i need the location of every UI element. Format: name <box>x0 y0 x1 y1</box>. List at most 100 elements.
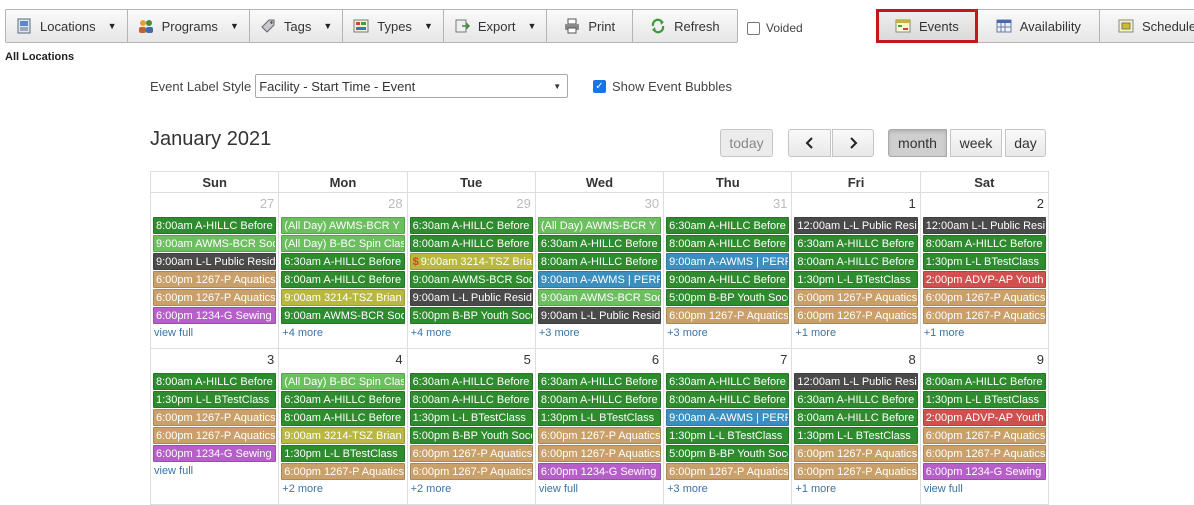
calendar-day-cell[interactable]: 2 12:00am L-L Public Residents 8:00am A-HI… <box>919 192 1050 349</box>
more-events-link[interactable]: +3 more <box>667 327 791 339</box>
calendar-event[interactable]: 1:30pm L-L BTestClass <box>409 409 533 426</box>
calendar-event[interactable]: 1:30pm L-L BTestClass <box>922 391 1046 408</box>
calendar-event[interactable]: 6:00pm 1234-G Sewing <box>922 463 1046 480</box>
calendar-event[interactable]: 6:00pm 1267-P Aquatics <box>409 445 533 462</box>
show-event-bubbles[interactable]: ✓ Show Event Bubbles <box>593 79 732 94</box>
calendar-event[interactable]: 6:00pm 1267-P Aquatics <box>666 307 790 324</box>
day-number[interactable]: 30 <box>536 193 663 217</box>
caret-down-icon[interactable]: ▼ <box>424 21 433 31</box>
calendar-event[interactable]: 8:00am A-HILLC Before <box>666 391 790 408</box>
calendar-event[interactable]: 1:30pm L-L BTestClass <box>281 445 405 462</box>
calendar-day-cell[interactable]: 28 (All Day) AWMS-BCR Y (All Day) B-BC Spi… <box>278 192 408 349</box>
calendar-event[interactable]: 6:00pm 1267-P Aquatics <box>922 427 1046 444</box>
calendar-event[interactable]: 6:00pm 1267-P Aquatics <box>409 463 533 480</box>
calendar-event[interactable]: 9:00am A-AWMS | PERF <box>537 271 662 288</box>
calendar-day-cell[interactable]: 5 6:30am A-HILLC Before 8:00am A-HILLC Bef… <box>406 348 536 505</box>
calendar-event[interactable]: 1:30pm L-L BTestClass <box>794 427 918 444</box>
calendar-event[interactable]: 6:00pm 1234-G Sewing <box>537 463 662 480</box>
schedule-view-button[interactable]: Schedule <box>1098 9 1194 43</box>
calendar-event[interactable]: (All Day) AWMS-BCR Y <box>281 217 405 234</box>
calendar-event[interactable]: 2:00pm ADVP-AP Youth <box>922 409 1046 426</box>
calendar-event[interactable]: 6:00pm 1267-P Aquatics <box>794 307 918 324</box>
day-number[interactable]: 8 <box>792 349 919 373</box>
refresh-button[interactable]: Refresh <box>633 9 738 43</box>
calendar-event[interactable]: 6:00pm 1267-P Aquatics <box>537 427 662 444</box>
calendar-event[interactable]: 1:30pm L-L BTestClass <box>666 427 790 444</box>
next-button[interactable] <box>832 129 874 157</box>
calendar-event[interactable]: 6:30am A-HILLC Before <box>281 391 405 408</box>
calendar-event[interactable]: 9:00am A-AWMS | PERF <box>666 409 790 426</box>
calendar-event[interactable]: 9:00am A-AWMS | PERF <box>666 253 790 270</box>
caret-down-icon[interactable]: ▼ <box>230 21 239 31</box>
day-number[interactable]: 1 <box>792 193 919 217</box>
print-button[interactable]: Print <box>547 9 634 43</box>
calendar-day-cell[interactable]: 8 12:00am L-L Public Residents 6:30am A-HI… <box>791 348 921 505</box>
view-full-link[interactable]: view full <box>924 483 1048 495</box>
calendar-event[interactable]: 6:30am A-HILLC Before <box>666 217 790 234</box>
calendar-event[interactable]: 6:00pm 1267-P Aquatics <box>153 271 277 288</box>
calendar-event[interactable]: 8:00am A-HILLC Before <box>794 409 918 426</box>
calendar-event[interactable]: 6:30am A-HILLC Before <box>794 235 918 252</box>
voided-checkbox[interactable]: Voided <box>747 21 803 35</box>
calendar-event[interactable]: 1:30pm L-L BTestClass <box>922 253 1046 270</box>
calendar-day-cell[interactable]: 7 6:30am A-HILLC Before 8:00am A-HILLC Bef… <box>663 348 793 505</box>
calendar-event[interactable]: 8:00am A-HILLC Before <box>537 391 662 408</box>
programs-button[interactable]: Programs ▼ <box>127 9 250 43</box>
calendar-event[interactable]: 8:00am A-HILLC Before <box>281 409 405 426</box>
more-events-link[interactable]: +4 more <box>411 327 535 339</box>
calendar-event[interactable]: 6:00pm 1267-P Aquatics <box>922 289 1046 306</box>
day-number[interactable]: 3 <box>151 349 278 373</box>
calendar-event[interactable]: 8:00am A-HILLC Before <box>409 391 533 408</box>
calendar-day-cell[interactable]: 3 8:00am A-HILLC Before 1:30pm L-L BTestCl… <box>149 348 280 505</box>
calendar-event[interactable]: 6:00pm 1267-P Aquatics <box>922 307 1046 324</box>
calendar-event[interactable]: 9:00am 3214-TSZ Brian <box>281 427 405 444</box>
calendar-event[interactable]: 6:00pm 1267-P Aquatics <box>537 445 662 462</box>
calendar-event[interactable]: 9:00am L-L Public Residents <box>153 253 277 270</box>
show-event-bubbles-checkbox[interactable]: ✓ <box>593 80 606 93</box>
day-number[interactable]: 7 <box>664 349 791 373</box>
calendar-event[interactable]: 8:00am A-HILLC Before <box>666 235 790 252</box>
caret-down-icon[interactable]: ▼ <box>323 21 332 31</box>
calendar-event[interactable]: 8:00am A-HILLC Before <box>537 253 662 270</box>
calendar-event[interactable]: 6:30am A-HILLC Before <box>409 373 533 390</box>
calendar-event[interactable]: 6:00pm 1234-G Sewing <box>153 445 277 462</box>
calendar-event[interactable]: 6:00pm 1267-P Aquatics <box>794 445 918 462</box>
caret-down-icon[interactable]: ▼ <box>527 21 536 31</box>
more-events-link[interactable]: +1 more <box>924 327 1048 339</box>
calendar-event[interactable]: 2:00pm ADVP-AP Youth <box>922 271 1046 288</box>
calendar-event[interactable]: 1:30pm L-L BTestClass <box>537 409 662 426</box>
calendar-event[interactable]: 6:00pm 1267-P Aquatics <box>794 463 918 480</box>
calendar-day-cell[interactable]: 27 8:00am A-HILLC Before 9:00am AWMS-BCR S… <box>149 192 280 349</box>
day-number[interactable]: 5 <box>408 349 535 373</box>
tags-button[interactable]: Tags ▼ <box>249 9 344 43</box>
calendar-event[interactable]: 6:30am A-HILLC Before <box>537 235 662 252</box>
calendar-day-cell[interactable]: 30 (All Day) AWMS-BCR Y 6:30am A-HILLC Bef… <box>534 192 665 349</box>
view-full-link[interactable]: view full <box>154 327 278 339</box>
calendar-event[interactable]: 8:00am A-HILLC Before <box>922 235 1046 252</box>
more-events-link[interactable]: +2 more <box>411 483 535 495</box>
calendar-day-cell[interactable]: 6 6:30am A-HILLC Before 8:00am A-HILLC Bef… <box>534 348 665 505</box>
export-button[interactable]: Export ▼ <box>443 9 548 43</box>
calendar-event[interactable]: 8:00am A-HILLC Before <box>794 253 918 270</box>
locations-button[interactable]: Locations ▼ <box>5 9 128 43</box>
calendar-event[interactable]: (All Day) AWMS-BCR Y <box>537 217 662 234</box>
day-view-button[interactable]: day <box>1005 129 1046 157</box>
calendar-day-cell[interactable]: 9 8:00am A-HILLC Before 1:30pm L-L BTestCl… <box>919 348 1050 505</box>
availability-view-button[interactable]: Availability <box>976 9 1100 43</box>
events-view-button[interactable]: Events <box>876 9 978 43</box>
calendar-event[interactable]: 6:30am A-HILLC Before <box>281 253 405 270</box>
calendar-event[interactable]: 9:00am L-L Public Residents <box>409 289 533 306</box>
calendar-event[interactable]: 9:00am 3214-TSZ Brian <box>281 289 405 306</box>
more-events-link[interactable]: +1 more <box>795 327 919 339</box>
view-full-link[interactable]: view full <box>154 465 278 477</box>
calendar-event[interactable]: 1:30pm L-L BTestClass <box>153 391 277 408</box>
calendar-event[interactable]: 6:00pm 1267-P Aquatics <box>153 409 277 426</box>
calendar-event[interactable]: 8:00am A-HILLC Before <box>409 235 533 252</box>
caret-down-icon[interactable]: ▼ <box>108 21 117 31</box>
day-number[interactable]: 9 <box>921 349 1048 373</box>
more-events-link[interactable]: +3 more <box>539 327 663 339</box>
calendar-event[interactable]: 12:00am L-L Public Residents <box>922 217 1046 234</box>
calendar-day-cell[interactable]: 31 6:30am A-HILLC Before 8:00am A-HILLC Be… <box>663 192 793 349</box>
calendar-day-cell[interactable]: 1 12:00am L-L Public Residents 6:30am A-HI… <box>791 192 921 349</box>
calendar-event[interactable]: 5:00pm B-BP Youth Soccer <box>409 427 533 444</box>
